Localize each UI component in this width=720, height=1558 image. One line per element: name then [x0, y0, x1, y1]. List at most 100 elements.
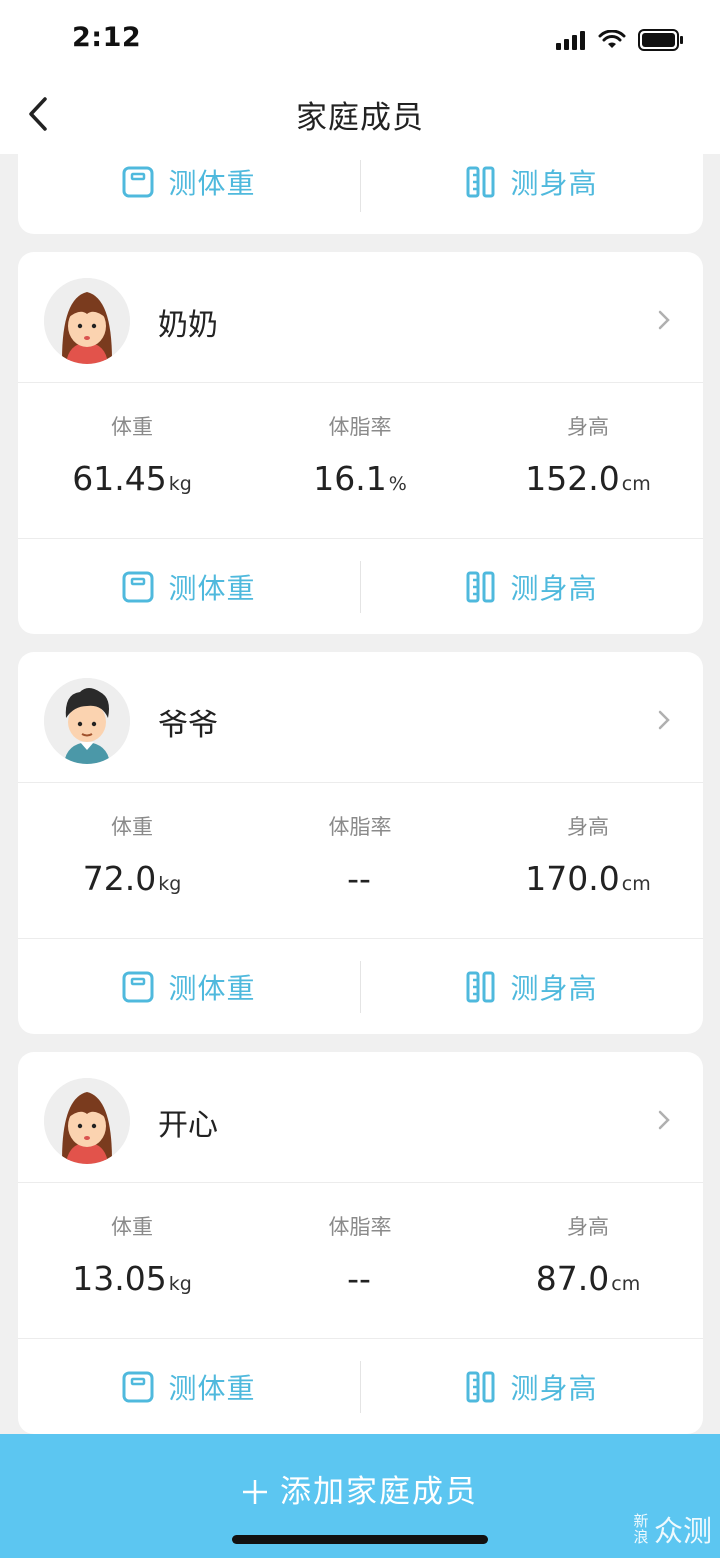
body-fat-value: -- [347, 859, 371, 898]
body-fat-unit: % [388, 473, 407, 495]
member-name: 爷爷 [158, 708, 218, 743]
stat-label: 体脂率 [328, 415, 392, 439]
chevron-right-icon [658, 710, 670, 730]
height-label: 测身高 [510, 971, 598, 1005]
status-bar: 2:12 [0, 0, 720, 78]
member-card: 奶奶 体重 61.45kg 体脂率 16.1% 身高 152.0cm 测体重 [18, 252, 703, 634]
height-value: 170.0 [525, 859, 620, 898]
ruler-icon [466, 571, 495, 602]
weight-value: 61.45 [72, 459, 167, 498]
stat-label: 体重 [111, 415, 153, 439]
status-icons [556, 26, 684, 54]
stat-value: -- [246, 859, 474, 898]
stat-value: 87.0 cm [474, 1259, 702, 1298]
weigh-label: 测体重 [168, 571, 256, 605]
stat-body-fat: 体脂率 -- [246, 1183, 474, 1339]
stat-value: 152.0 cm [474, 459, 702, 498]
weigh-label: 测体重 [168, 971, 256, 1005]
member-name: 奶奶 [158, 308, 218, 343]
watermark-small-bottom: 浪 [633, 1528, 649, 1546]
nav-bar: 家庭成员 [0, 78, 720, 154]
stat-weight: 体重 61.45 kg [18, 383, 246, 539]
home-indicator [232, 1535, 488, 1544]
weigh-button[interactable]: 测体重 [18, 1339, 360, 1434]
stat-weight: 体重 13.05 kg [18, 1183, 246, 1339]
watermark: 新浪 众测 [632, 1508, 712, 1550]
add-member-text: 添加家庭成员 [280, 1474, 478, 1510]
member-stats: 体重 13.05 kg 体脂率 -- 身高 87.0 cm [18, 1183, 703, 1339]
member-card: 爷爷 体重 72.0 kg 体脂率 -- 身高 170.0 cm 测体重 测身高 [18, 652, 703, 1034]
watermark-small-top: 新 [633, 1512, 649, 1530]
stat-label: 体脂率 [328, 1215, 392, 1239]
stat-label: 体重 [111, 815, 153, 839]
stat-height: 身高 170.0 cm [474, 783, 702, 939]
stat-label: 身高 [567, 815, 609, 839]
scale-icon [122, 166, 154, 198]
body-fat-value: -- [347, 1259, 371, 1298]
weigh-button[interactable]: 测体重 [18, 539, 360, 634]
add-member-label: 添加家庭成员 [0, 1466, 720, 1511]
ruler-icon [466, 971, 495, 1002]
member-header[interactable]: 开心 [18, 1052, 703, 1183]
plus-icon [243, 1480, 267, 1504]
ruler-icon [466, 1371, 495, 1402]
card-actions: 测体重 测身高 [18, 539, 703, 634]
measure-height-button[interactable]: 测身高 [361, 539, 703, 634]
header: 2:12 家庭成员 [0, 0, 720, 154]
stat-label: 身高 [567, 415, 609, 439]
weigh-button[interactable]: 测体重 [18, 939, 360, 1034]
signal-icon [556, 31, 585, 50]
page-title: 家庭成员 [296, 100, 424, 136]
weigh-label: 测体重 [168, 167, 256, 200]
weight-value: 13.05 [72, 1259, 167, 1298]
wifi-icon [598, 30, 626, 48]
measure-height-button[interactable]: 测身高 [361, 939, 703, 1034]
height-value: 87.0 [535, 1259, 610, 1298]
height-label: 测身高 [510, 1371, 598, 1405]
weight-unit: kg [158, 873, 182, 895]
card-actions: 测体重 测身高 [18, 1339, 703, 1434]
watermark-small: 新浪 [632, 1513, 650, 1545]
height-label: 测身高 [510, 167, 598, 200]
scale-icon [122, 971, 154, 1002]
weight-unit: kg [168, 473, 192, 495]
chevron-right-icon [658, 310, 670, 330]
member-stats: 体重 72.0 kg 体脂率 -- 身高 170.0 cm [18, 783, 703, 939]
body-fat-value: 16.1 [313, 459, 387, 498]
scale-icon [122, 1371, 154, 1402]
scale-icon [122, 571, 154, 602]
stat-height: 身高 87.0 cm [474, 1183, 702, 1339]
member-header[interactable]: 奶奶 [18, 252, 703, 383]
battery-icon [638, 29, 683, 51]
ruler-icon [466, 166, 495, 198]
member-name: 开心 [158, 1108, 218, 1143]
stat-value: 16.1% [246, 459, 474, 498]
boy-avatar [44, 678, 130, 764]
weight-unit: kg [168, 1273, 192, 1295]
weight-value: 72.0 [82, 859, 157, 898]
measure-height-button[interactable]: 测身高 [361, 1339, 703, 1434]
card-actions: 测体重 测身高 [18, 939, 703, 1034]
member-stats: 体重 61.45 kg 体脂率 16.1% 身高 152.0 cm [18, 383, 703, 539]
girl-avatar [44, 278, 130, 364]
height-label: 测身高 [510, 571, 598, 605]
height-value: 152.0 [525, 459, 620, 498]
stat-value: 72.0 kg [18, 859, 246, 898]
stat-value: 13.05 kg [18, 1259, 246, 1298]
watermark-big: 众测 [653, 1514, 712, 1548]
height-unit: cm [621, 873, 651, 895]
stat-value: 61.45 kg [18, 459, 246, 498]
stat-label: 身高 [567, 1215, 609, 1239]
stat-value: 170.0 cm [474, 859, 702, 898]
height-unit: cm [611, 1273, 641, 1295]
girl-avatar [44, 1078, 130, 1164]
status-time: 2:12 [72, 22, 142, 53]
stat-value: -- [246, 1259, 474, 1298]
weigh-label: 测体重 [168, 1371, 256, 1405]
member-header[interactable]: 爷爷 [18, 652, 703, 783]
stat-weight: 体重 72.0 kg [18, 783, 246, 939]
chevron-right-icon [658, 1110, 670, 1130]
stat-label: 体重 [111, 1215, 153, 1239]
height-unit: cm [621, 473, 651, 495]
stat-body-fat: 体脂率 16.1% [246, 383, 474, 539]
